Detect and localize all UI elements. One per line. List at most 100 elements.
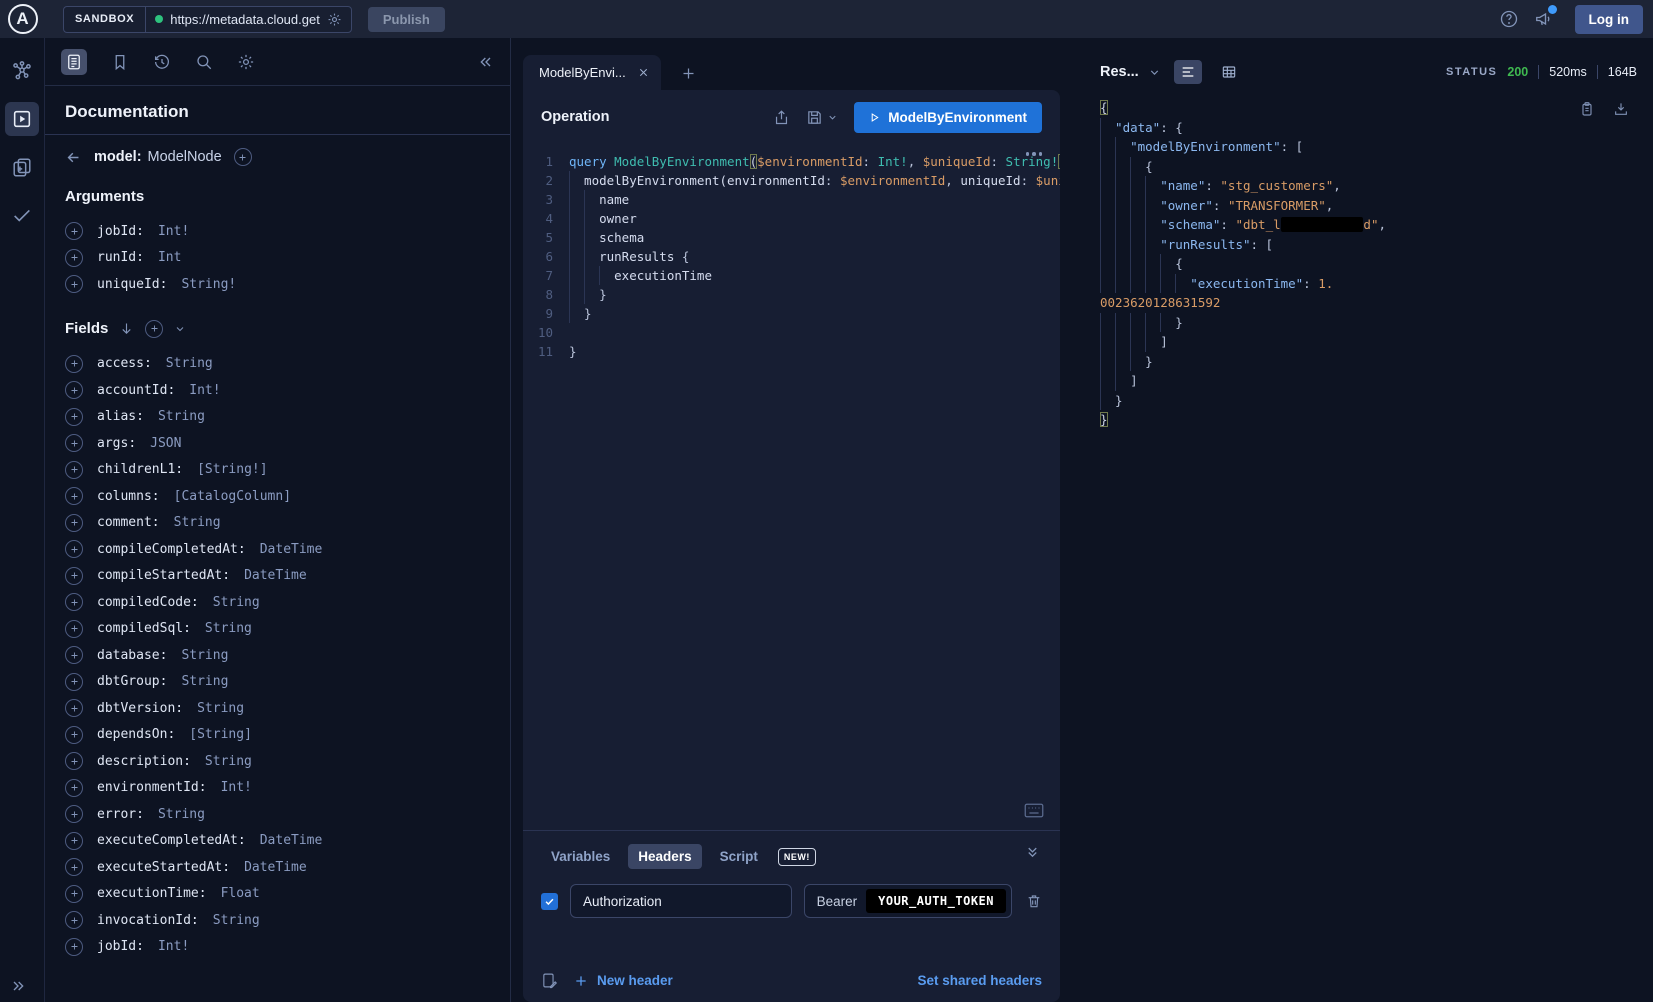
add-field-icon[interactable]	[65, 646, 83, 664]
add-field-icon[interactable]	[65, 593, 83, 611]
endpoint-url[interactable]: https://metadata.cloud.get	[170, 12, 320, 27]
add-field-icon[interactable]	[65, 911, 83, 929]
add-field-icon[interactable]	[65, 832, 83, 850]
copy-response-icon[interactable]	[1579, 101, 1595, 117]
raw-view-toggle-icon[interactable]	[1174, 60, 1202, 84]
code-line[interactable]: 5schema	[523, 228, 1060, 247]
field-type[interactable]: String	[213, 913, 260, 928]
add-all-fields-icon[interactable]	[145, 320, 163, 338]
add-field-icon[interactable]	[65, 620, 83, 638]
field-name[interactable]: error	[97, 807, 144, 822]
editor-more-options-icon[interactable]	[1026, 152, 1043, 156]
save-operation-icon[interactable]	[806, 109, 823, 126]
history-icon[interactable]	[153, 53, 171, 71]
argument-name[interactable]: jobId	[97, 224, 144, 239]
publish-button[interactable]: Publish	[368, 7, 445, 32]
header-name-input[interactable]: Authorization	[570, 884, 792, 918]
endpoint-settings-gear-icon[interactable]	[327, 12, 342, 27]
back-arrow-icon[interactable]	[65, 149, 82, 166]
field-name[interactable]: description	[97, 754, 191, 769]
field-name[interactable]: dependsOn	[97, 727, 175, 742]
field-name[interactable]: compileCompletedAt	[97, 542, 246, 557]
add-field-icon[interactable]	[65, 514, 83, 532]
code-line[interactable]: 10	[523, 323, 1060, 342]
field-name[interactable]: columns	[97, 489, 160, 504]
field-name[interactable]: accountId	[97, 383, 175, 398]
field-type[interactable]: JSON	[150, 436, 181, 451]
field-type[interactable]: DateTime	[260, 542, 323, 557]
argument-type[interactable]: Int	[158, 250, 181, 265]
add-field-icon[interactable]	[65, 805, 83, 823]
field-type[interactable]: String	[158, 807, 205, 822]
field-name[interactable]: args	[97, 436, 136, 451]
documentation-tab-icon[interactable]	[61, 49, 87, 75]
expand-rail-icon[interactable]	[10, 978, 26, 994]
code-line[interactable]: 1query ModelByEnvironment($environmentId…	[523, 152, 1060, 171]
field-name[interactable]: environmentId	[97, 780, 207, 795]
endpoint-url-box[interactable]: https://metadata.cloud.get	[146, 7, 351, 32]
announcements-megaphone-icon[interactable]	[1533, 9, 1553, 29]
tab-variables[interactable]: Variables	[541, 844, 620, 869]
argument-name[interactable]: uniqueId	[97, 277, 167, 292]
code-line[interactable]: 4owner	[523, 209, 1060, 228]
chevron-down-icon[interactable]	[174, 323, 186, 335]
field-name[interactable]: executeCompletedAt	[97, 833, 246, 848]
field-type[interactable]: String	[205, 621, 252, 636]
checks-icon[interactable]	[5, 198, 39, 232]
field-name[interactable]: compiledSql	[97, 621, 191, 636]
add-field-icon[interactable]	[65, 567, 83, 585]
add-field-icon[interactable]	[65, 726, 83, 744]
field-name[interactable]: dbtVersion	[97, 701, 183, 716]
operation-editor[interactable]: 1query ModelByEnvironment($environmentId…	[523, 144, 1060, 830]
field-name[interactable]: executionTime	[97, 886, 207, 901]
share-operation-icon[interactable]	[773, 109, 790, 126]
field-type[interactable]: String	[174, 515, 221, 530]
new-header-button[interactable]: New header	[574, 973, 673, 988]
header-enabled-checkbox[interactable]	[541, 893, 558, 910]
keyboard-shortcuts-icon[interactable]	[1024, 803, 1044, 818]
collapse-docs-icon[interactable]	[478, 54, 494, 70]
collections-icon[interactable]	[5, 150, 39, 184]
field-name[interactable]: jobId	[97, 939, 144, 954]
auth-token-value[interactable]: YOUR_AUTH_TOKEN	[866, 889, 1006, 913]
add-argument-icon[interactable]	[65, 275, 83, 293]
field-type[interactable]: String	[197, 701, 244, 716]
field-name[interactable]: alias	[97, 409, 144, 424]
field-name[interactable]: compileStartedAt	[97, 568, 230, 583]
search-icon[interactable]	[195, 53, 213, 71]
apollo-logo[interactable]: A	[0, 4, 45, 34]
field-type[interactable]: Float	[221, 886, 260, 901]
field-name[interactable]: executeStartedAt	[97, 860, 230, 875]
argument-type[interactable]: Int!	[158, 224, 189, 239]
field-type[interactable]: Int!	[221, 780, 252, 795]
field-type[interactable]: DateTime	[260, 833, 323, 848]
add-field-icon[interactable]	[65, 699, 83, 717]
field-type[interactable]: String	[205, 754, 252, 769]
edit-raw-headers-icon[interactable]	[541, 972, 558, 989]
schema-graph-icon[interactable]	[5, 54, 39, 88]
code-line[interactable]: 11}	[523, 342, 1060, 361]
add-field-icon[interactable]	[65, 461, 83, 479]
argument-type[interactable]: String!	[181, 277, 236, 292]
add-field-icon[interactable]	[65, 938, 83, 956]
field-name[interactable]: childrenL1	[97, 462, 183, 477]
field-type[interactable]: DateTime	[244, 568, 307, 583]
field-type[interactable]: String	[166, 356, 213, 371]
add-field-icon[interactable]	[65, 355, 83, 373]
add-field-icon[interactable]	[65, 408, 83, 426]
field-type[interactable]: String	[213, 595, 260, 610]
code-line[interactable]: 2modelByEnvironment(environmentId: $envi…	[523, 171, 1060, 190]
code-line[interactable]: 6runResults {	[523, 247, 1060, 266]
field-name[interactable]: invocationId	[97, 913, 199, 928]
field-type[interactable]: String	[158, 409, 205, 424]
bookmarks-icon[interactable]	[111, 53, 129, 71]
add-field-icon[interactable]	[65, 779, 83, 797]
add-field-icon[interactable]	[65, 434, 83, 452]
add-argument-icon[interactable]	[65, 222, 83, 240]
tab-script[interactable]: Script	[710, 844, 768, 869]
field-name[interactable]: database	[97, 648, 167, 663]
add-field-icon[interactable]	[65, 752, 83, 770]
field-type[interactable]: [String!]	[197, 462, 267, 477]
table-view-toggle-icon[interactable]	[1215, 60, 1243, 84]
delete-header-icon[interactable]	[1026, 893, 1042, 909]
